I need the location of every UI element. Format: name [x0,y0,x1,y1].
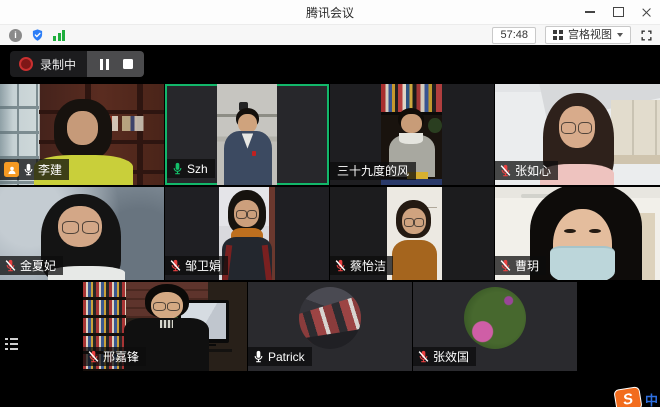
video-tile[interactable]: 邢嘉锋 [83,282,247,371]
grid-view-icon [553,30,563,40]
participant-name: Patrick [268,351,305,363]
close-button[interactable] [632,0,660,24]
mic-muted-icon [87,350,100,363]
ime-indicator[interactable]: S 中 [615,388,658,407]
mic-muted-icon [4,259,17,272]
maximize-button[interactable] [604,0,632,24]
chevron-down-icon [617,33,623,37]
video-tile[interactable]: 张效国 [413,282,577,371]
fullscreen-button[interactable] [640,29,653,42]
participant-label: 张效国 [413,347,476,366]
participant-name: 金夏妃 [20,260,56,272]
minimize-icon [585,11,595,12]
stop-recording-button[interactable] [123,59,133,69]
host-badge-icon [4,162,19,177]
fullscreen-icon [640,29,653,42]
mic-muted-icon [334,259,347,272]
participant-label: 张如心 [495,161,558,180]
recording-controls [87,51,144,77]
mic-muted-icon [499,164,512,177]
video-tile[interactable]: 三十九度的风 [330,84,494,185]
mic-muted-icon [499,259,512,272]
sogou-input-icon[interactable]: S [613,386,642,407]
minimize-button[interactable] [576,0,604,24]
recording-label: 录制中 [40,56,76,73]
network-signal-icon[interactable] [53,29,65,41]
participant-name: 邹卫娟 [185,260,221,272]
member-list-handle[interactable] [5,333,21,353]
maximize-icon [613,7,624,17]
participant-name: 三十九度的风 [337,165,409,177]
title-bar: 腾讯会议 [0,0,660,25]
list-icon [5,338,18,340]
participant-name: 曹玥 [515,260,539,272]
meeting-window: 腾讯会议 i 57:48 宫格视图 [0,0,660,407]
participant-label: 李建 [0,159,69,180]
participant-label: 曹玥 [495,256,546,275]
grid-view-button[interactable]: 宫格视图 [545,26,631,44]
window-controls [576,0,660,24]
participant-name: 张效国 [433,351,469,363]
avatar [299,287,361,349]
ime-language-indicator[interactable]: 中 [645,390,658,407]
mic-icon [171,162,184,175]
participant-label: 邢嘉锋 [83,347,146,366]
close-icon [641,7,652,18]
participant-name: 张如心 [515,165,551,177]
video-tile[interactable]: Patrick [248,282,412,371]
participant-label: 金夏妃 [0,256,63,275]
toolbar-left: i [9,28,65,42]
mic-icon [22,163,35,176]
mic-icon [252,350,265,363]
toolbar-right: 57:48 宫格视图 [492,26,653,44]
meeting-timer: 57:48 [492,27,536,44]
participant-name: 邢嘉锋 [103,351,139,363]
video-tile[interactable]: 蔡怡洁 [330,187,494,280]
participant-label: Szh [167,159,215,178]
mic-muted-icon [169,259,182,272]
video-stage: 录制中 李建 Szh [0,45,660,407]
meeting-info-icon[interactable]: i [9,29,22,42]
pause-recording-button[interactable] [98,59,110,70]
participant-label: 蔡怡洁 [330,256,393,275]
participant-label: 邹卫娟 [165,256,228,275]
pause-icon [100,59,103,70]
recording-bar: 录制中 [10,51,144,77]
video-tile[interactable]: 张如心 [495,84,660,185]
video-tile[interactable]: 金夏妃 [0,187,164,280]
participant-name: 蔡怡洁 [350,260,386,272]
recording-status: 录制中 [10,51,87,77]
participant-label: Patrick [248,347,312,366]
security-shield-icon[interactable] [31,28,44,42]
video-tile[interactable]: 李建 [0,84,164,185]
stop-icon [123,59,133,69]
participant-name: Szh [187,163,208,175]
record-dot-icon [19,57,33,71]
window-title: 腾讯会议 [0,4,660,21]
video-tile[interactable]: Szh [165,84,329,185]
avatar [464,287,526,349]
video-tile[interactable]: 曹玥 [495,187,660,280]
participant-label: 三十九度的风 [330,162,416,180]
participant-name: 李建 [38,164,62,176]
grid-view-label: 宫格视图 [568,29,612,42]
video-tile[interactable]: 邹卫娟 [165,187,329,280]
meeting-toolbar: i 57:48 宫格视图 [0,25,660,46]
mic-muted-icon [417,350,430,363]
